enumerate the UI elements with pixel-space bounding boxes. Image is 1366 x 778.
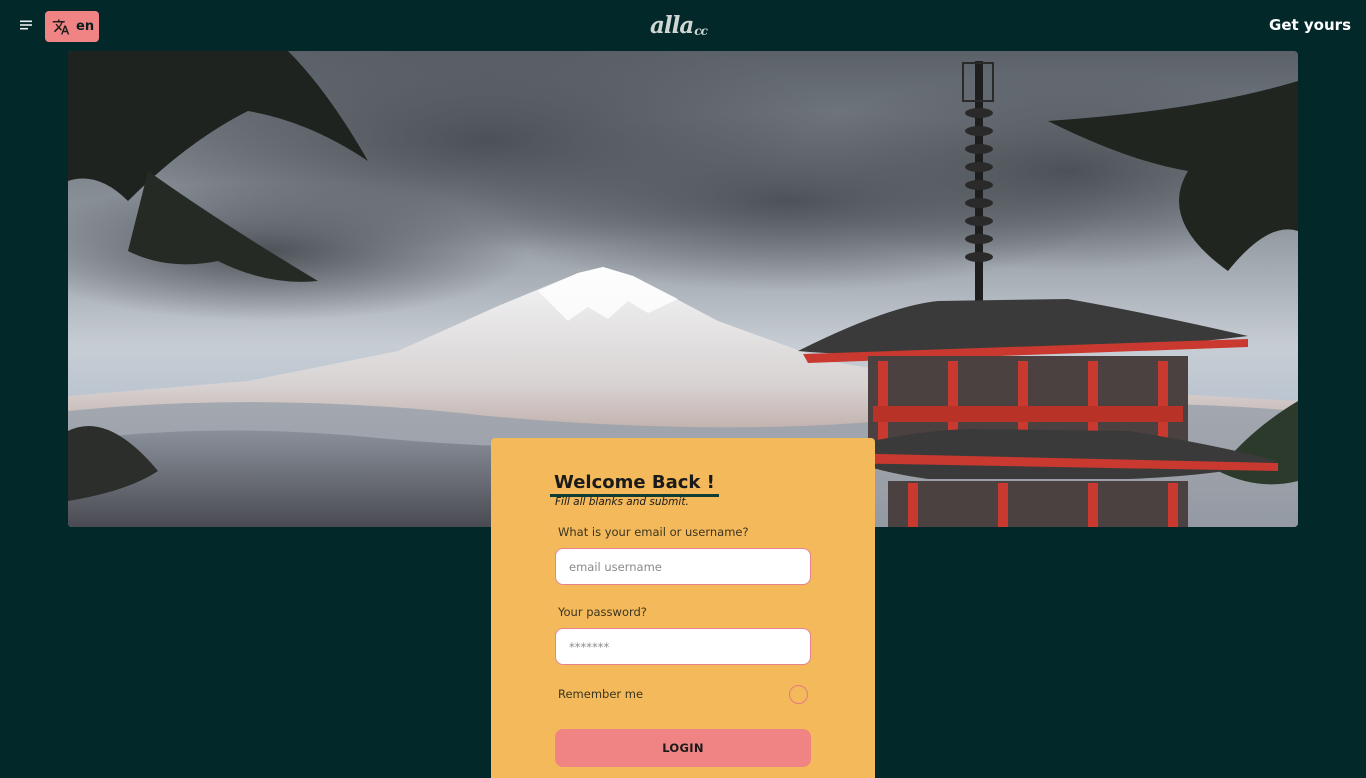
password-field[interactable]: [555, 628, 811, 665]
subtitle: Fill all blanks and submit.: [555, 496, 689, 508]
remember-me-toggle[interactable]: [789, 685, 808, 704]
logo-sub-text: cc: [694, 24, 708, 38]
top-bar: en alla cc Get yours: [0, 0, 1366, 51]
title-wrap: Welcome Back !: [550, 472, 719, 497]
email-field[interactable]: [555, 548, 811, 585]
remember-me-label: Remember me: [558, 687, 644, 701]
logo-main-text: alla: [650, 12, 694, 39]
language-label: en: [76, 19, 95, 34]
login-card: Welcome Back ! Fill all blanks and submi…: [491, 438, 875, 778]
translate-icon: [52, 19, 70, 34]
logo[interactable]: alla cc: [650, 12, 708, 39]
login-button[interactable]: LOGIN: [555, 729, 811, 767]
menu-button[interactable]: [14, 13, 38, 37]
password-label: Your password?: [558, 605, 647, 619]
language-button[interactable]: en: [45, 11, 99, 42]
page-title: Welcome Back !: [550, 472, 719, 497]
email-label: What is your email or username?: [558, 525, 749, 539]
get-yours-link[interactable]: Get yours: [1269, 16, 1351, 34]
menu-icon: [20, 20, 32, 30]
